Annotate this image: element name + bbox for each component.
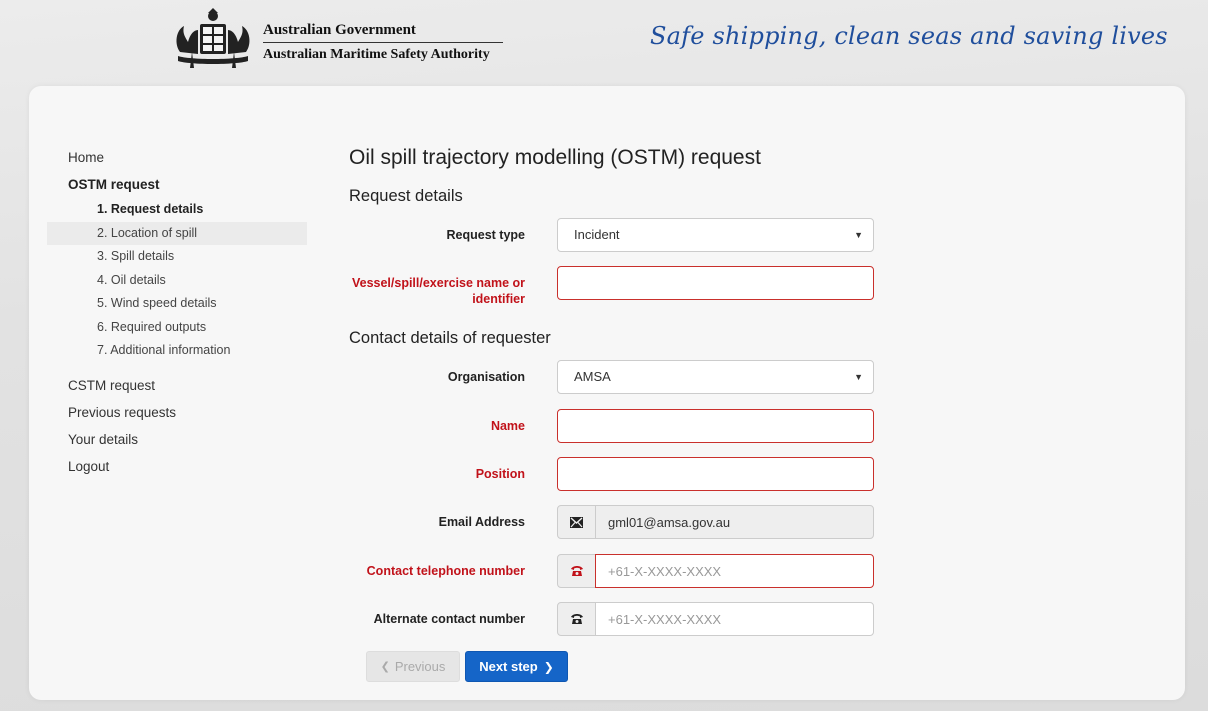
telephone-icon (557, 554, 596, 588)
agency-title: Australian Maritime Safety Authority (263, 47, 490, 62)
name-label: Name (490, 419, 525, 433)
government-title: Australian Government (263, 22, 503, 43)
request-type-label: Request type (446, 228, 526, 242)
tagline: Safe shipping, clean seas and saving liv… (650, 22, 1168, 50)
request-type-select[interactable]: Incident ▼ (557, 218, 874, 252)
position-label: Position (475, 467, 525, 481)
email-field-group (557, 505, 874, 539)
sidebar-item-logout[interactable]: Logout (47, 453, 307, 480)
section-title-request-details: Request details (349, 187, 463, 205)
sidebar-step-oil-details[interactable]: 4. Oil details (47, 269, 307, 293)
request-type-value: Incident (574, 227, 620, 242)
sidebar-step-additional-information[interactable]: 7. Additional information (47, 339, 307, 363)
page-title: Oil spill trajectory modelling (OSTM) re… (349, 146, 761, 169)
telephone-icon (557, 602, 596, 636)
sidebar-nav: Home OSTM request 1. Request details 2. … (47, 144, 307, 480)
coat-of-arms-logo (176, 8, 250, 68)
sidebar-step-location-of-spill[interactable]: 2. Location of spill (47, 221, 307, 245)
next-step-button[interactable]: Next step ❯ (465, 651, 568, 682)
alternate-phone-label: Alternate contact number (373, 612, 525, 626)
government-branding: Australian Government Australian Maritim… (263, 22, 503, 63)
envelope-icon (557, 505, 596, 539)
sidebar-step-request-details[interactable]: 1. Request details (47, 198, 307, 222)
vessel-name-label: Vessel/spill/exercise name or identifier (351, 276, 525, 306)
sidebar-step-required-outputs[interactable]: 6. Required outputs (47, 316, 307, 340)
chevron-right-icon: ❯ (543, 659, 554, 674)
organisation-value: AMSA (574, 369, 611, 384)
sidebar-step-wind-speed-details[interactable]: 5. Wind speed details (47, 292, 307, 316)
organisation-select[interactable]: AMSA ▼ (557, 360, 874, 394)
vessel-name-input[interactable] (557, 266, 874, 300)
organisation-label: Organisation (447, 370, 525, 384)
site-header: Australian Government Australian Maritim… (0, 0, 1208, 86)
email-field[interactable] (595, 505, 874, 539)
main-card: Home OSTM request 1. Request details 2. … (29, 86, 1185, 700)
name-input[interactable] (557, 409, 874, 443)
next-step-button-label: Next step (479, 659, 538, 674)
sidebar-step-spill-details[interactable]: 3. Spill details (47, 245, 307, 269)
section-title-contact-details: Contact details of requester (349, 329, 551, 347)
contact-phone-label: Contact telephone number (366, 564, 525, 578)
caret-down-icon: ▼ (854, 230, 863, 240)
contact-phone-group (557, 554, 874, 588)
sidebar-item-cstm-request[interactable]: CSTM request (47, 372, 307, 399)
caret-down-icon: ▼ (854, 372, 863, 382)
sidebar-item-ostm-request[interactable]: OSTM request (47, 171, 307, 198)
position-input[interactable] (557, 457, 874, 491)
alternate-phone-group (557, 602, 874, 636)
alternate-phone-input[interactable] (595, 602, 874, 636)
email-label: Email Address (438, 515, 525, 529)
previous-button[interactable]: ❮ Previous (366, 651, 460, 682)
sidebar-item-your-details[interactable]: Your details (47, 426, 307, 453)
sidebar-item-previous-requests[interactable]: Previous requests (47, 399, 307, 426)
previous-button-label: Previous (394, 659, 446, 674)
contact-phone-input[interactable] (595, 554, 874, 588)
chevron-left-icon: ❮ (380, 661, 390, 673)
sidebar-item-home[interactable]: Home (47, 144, 307, 171)
